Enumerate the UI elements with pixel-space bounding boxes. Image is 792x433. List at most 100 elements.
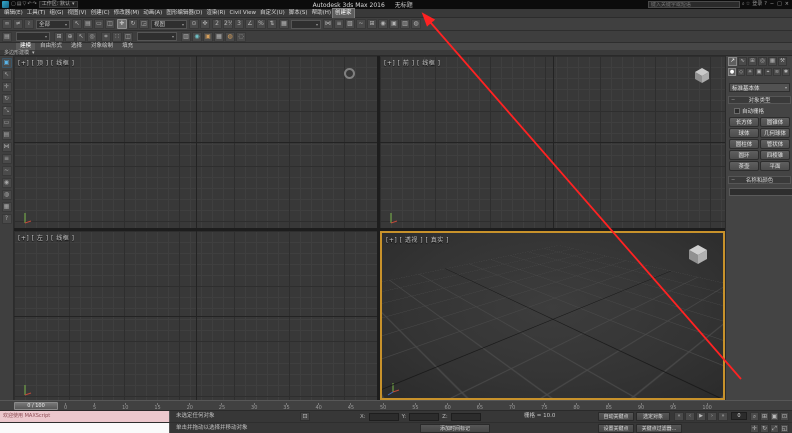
workspace-dropdown[interactable]: 工作区: 默认 ▾	[39, 1, 78, 8]
maximize-button[interactable]: □	[776, 1, 783, 8]
utilities-tab-icon[interactable]: ⚒	[778, 57, 787, 66]
render-production-icon[interactable]: ◍	[411, 19, 421, 29]
create-layer-icon[interactable]: ⊞	[54, 32, 64, 42]
rendered-frame-window-icon[interactable]: ▦	[214, 32, 224, 42]
search-icon[interactable]: ⌕	[742, 1, 745, 8]
object-type-button[interactable]: 圆锥体	[760, 117, 790, 127]
menu-item[interactable]: 动画(A)	[141, 9, 164, 18]
redo-icon[interactable]: ↷	[33, 1, 37, 8]
schematic-view-icon[interactable]: ⊞	[367, 19, 377, 29]
modify-tab-icon[interactable]: ∿	[738, 57, 747, 66]
favorites-icon[interactable]: ☆	[746, 1, 750, 8]
menu-item[interactable]: 编辑(E)	[2, 9, 25, 18]
spinner-snap-icon[interactable]: ⇅	[267, 19, 277, 29]
z-coordinate-field[interactable]	[451, 413, 481, 421]
go-start-button[interactable]: «	[674, 412, 684, 421]
object-type-button[interactable]: 长方体	[729, 117, 759, 127]
left-curve-icon[interactable]: ~	[2, 166, 12, 176]
viewport-front-label[interactable]: [+] [ 前 ] [ 线框 ]	[384, 58, 441, 67]
align-icon[interactable]: ≡	[334, 19, 344, 29]
array-icon[interactable]: ∷	[112, 32, 122, 42]
zoom-extents-all-icon[interactable]: ⊡	[780, 412, 789, 421]
play-button[interactable]: ▶	[696, 412, 706, 421]
left-explorer-icon[interactable]: ▦	[2, 202, 12, 212]
infocenter-search[interactable]	[648, 1, 740, 8]
search-input[interactable]	[651, 2, 737, 8]
use-pivot-center-icon[interactable]: ⊙	[189, 19, 199, 29]
minimize-button[interactable]: −	[769, 1, 775, 8]
snap-25d-icon[interactable]: 2½	[223, 19, 233, 29]
maxscript-listener-output[interactable]	[0, 423, 170, 433]
autogrid-toggle-icon[interactable]: ⌗	[101, 32, 111, 42]
help-icon[interactable]: ?	[764, 1, 767, 8]
left-layer-icon[interactable]: ▤	[2, 130, 12, 140]
orbit-icon[interactable]: ↻	[760, 424, 769, 433]
zoom-all-icon[interactable]: ⊞	[760, 412, 769, 421]
menu-item[interactable]: 修改器(M)	[112, 9, 142, 18]
name-color-rollout[interactable]: − 名称和颜色	[728, 176, 791, 184]
key-filters-button[interactable]: 关键点过滤器...	[636, 424, 682, 433]
selection-region-icon[interactable]: ▭	[94, 19, 104, 29]
ribbon-tab[interactable]: 对象绘制	[87, 43, 117, 50]
ribbon-tab[interactable]: 填充	[118, 43, 137, 50]
spacewarps-category-icon[interactable]: ≋	[773, 68, 781, 76]
time-sl[interactable]: 0510152025303540455055606570758085909510…	[0, 400, 792, 411]
create-tab-icon[interactable]: ↗	[728, 57, 737, 66]
object-type-button[interactable]: 圆环	[729, 150, 759, 160]
viewport-top-label[interactable]: [+] [ 顶 ] [ 线框 ]	[18, 58, 75, 67]
ribbon-tab[interactable]: 自由形式	[36, 43, 66, 50]
viewcube-ring-icon[interactable]	[344, 68, 355, 79]
auto-key-button[interactable]: 自动关键点	[598, 412, 634, 421]
close-button[interactable]: ×	[784, 1, 790, 8]
maxscript-listener-input[interactable]: 欢迎使用 MAXScript	[0, 411, 170, 422]
menu-item[interactable]: 帮助(H)	[310, 9, 333, 18]
named-selection-dropdown[interactable]: ▾	[291, 20, 321, 29]
autogrid-checkbox[interactable]	[734, 108, 740, 114]
left-mirror-icon[interactable]: ⋈	[2, 142, 12, 152]
unlink-icon[interactable]: ≠	[13, 19, 23, 29]
select-layer-objects-icon[interactable]: ↖	[76, 32, 86, 42]
menu-item[interactable]: 组(G)	[47, 9, 65, 18]
left-move-icon[interactable]: ✛	[2, 82, 12, 92]
edit-named-selections-icon[interactable]: ▦	[279, 19, 289, 29]
object-type-button[interactable]: 圆柱体	[729, 139, 759, 149]
zoom-extents-icon[interactable]: ▣	[770, 412, 779, 421]
render-production-icon[interactable]: ◍	[225, 32, 235, 42]
rendered-frame-icon[interactable]: ▥	[400, 19, 410, 29]
signin-button[interactable]: 登录	[752, 1, 762, 8]
reference-coordinate-dropdown[interactable]: 视图 ▾	[151, 20, 187, 29]
menu-item[interactable]: 脚本(S)	[287, 9, 310, 18]
open-file-icon[interactable]: ▤	[17, 1, 22, 8]
select-object-icon[interactable]: ↖	[72, 19, 82, 29]
primitive-category-dropdown[interactable]: 标准基本体 ▾	[729, 83, 790, 92]
layer-explorer-icon[interactable]: ▤	[2, 32, 12, 42]
object-name-input[interactable]	[729, 188, 792, 196]
viewcube-icon[interactable]	[687, 243, 709, 265]
helpers-category-icon[interactable]: ⌖	[764, 68, 772, 76]
object-type-button[interactable]: 球体	[729, 128, 759, 138]
object-type-button[interactable]: 平面	[760, 161, 790, 171]
viewport-left-label[interactable]: [+] [ 左 ] [ 线框 ]	[18, 233, 75, 242]
set-current-layer-icon[interactable]: ◎	[87, 32, 97, 42]
menu-item[interactable]: 工具(T)	[25, 9, 48, 18]
pan-icon[interactable]: ✛	[750, 424, 759, 433]
save-file-icon[interactable]: ▽	[22, 1, 26, 8]
systems-category-icon[interactable]: ✱	[782, 68, 790, 76]
add-to-layer-icon[interactable]: ⊕	[65, 32, 75, 42]
go-end-button[interactable]: »	[718, 412, 728, 421]
object-type-button[interactable]: 茶壶	[729, 161, 759, 171]
left-region-icon[interactable]: ▭	[2, 118, 12, 128]
snapshot-icon[interactable]: ◫	[123, 32, 133, 42]
x-coordinate-field[interactable]	[369, 413, 399, 421]
left-workspaces-icon[interactable]: ▣	[2, 58, 12, 68]
zoom-icon[interactable]: ⌕	[750, 412, 759, 421]
left-material-icon[interactable]: ◉	[2, 178, 12, 188]
render-iterative-icon[interactable]: ◌	[236, 32, 246, 42]
selection-filter-dropdown[interactable]: 全部 ▾	[36, 20, 70, 29]
motion-tab-icon[interactable]: ◎	[758, 57, 767, 66]
object-type-button[interactable]: 四棱锥	[760, 150, 790, 160]
ribbon-tab[interactable]: 选择	[67, 43, 86, 50]
render-setup-icon[interactable]: ▣	[389, 19, 399, 29]
menu-item[interactable]: 创建(C)	[89, 9, 112, 18]
layer-dropdown[interactable]: ▾	[16, 32, 50, 41]
